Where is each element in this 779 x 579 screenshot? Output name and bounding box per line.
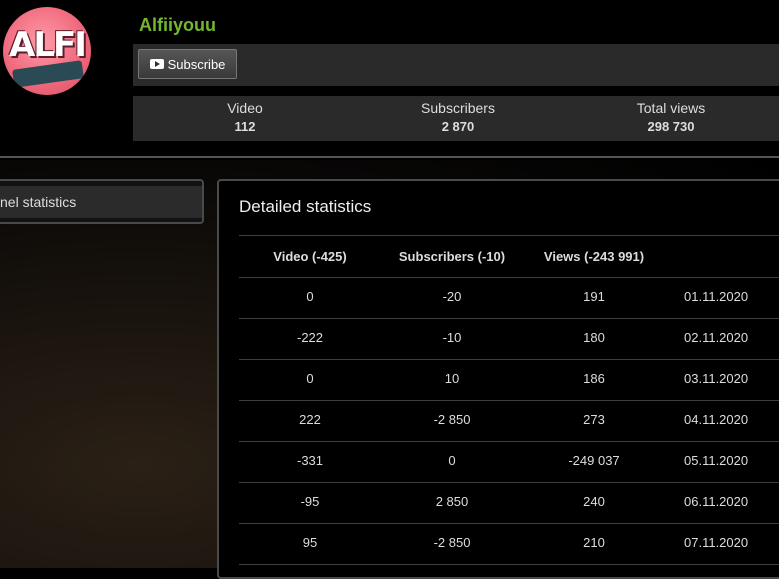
cell-date: 05.11.2020 <box>684 453 749 468</box>
cell-video: -95 <box>300 494 320 509</box>
cell-video: 0 <box>306 371 314 386</box>
stat-label: Total views <box>636 100 706 116</box>
cell-subscribers: 0 <box>448 453 456 468</box>
cell-subscribers: -2 850 <box>433 412 471 427</box>
youtube-icon <box>149 59 164 69</box>
stat-total-views: Total views 298 730 <box>591 100 751 134</box>
sidebar-item-channel-statistics[interactable]: nel statistics <box>0 186 202 218</box>
stat-subscribers: Subscribers 2 870 <box>378 100 538 134</box>
cell-video: 95 <box>302 535 318 550</box>
stat-video: Video 112 <box>165 100 325 134</box>
header-divider <box>0 156 779 158</box>
channel-stats-bar: Video 112 Subscribers 2 870 Total views … <box>133 96 779 141</box>
table-row: -331 0 -249 037 05.11.2020 <box>239 441 779 482</box>
cell-date: 04.11.2020 <box>684 412 749 427</box>
table-row: 222 -2 850 273 04.11.2020 <box>239 400 779 441</box>
cell-subscribers: -10 <box>442 330 462 345</box>
column-header-views[interactable]: Views (-243 991) <box>523 249 665 264</box>
channel-avatar[interactable]: ALFI <box>3 7 91 95</box>
stat-value: 298 730 <box>647 119 695 134</box>
subscribe-label: Subscribe <box>167 56 226 72</box>
cell-views: -249 037 <box>568 453 620 468</box>
cell-subscribers: -2 850 <box>433 535 471 550</box>
stat-label: Subscribers <box>421 100 495 116</box>
column-header-video[interactable]: Video (-425) <box>239 249 381 264</box>
stat-value: 112 <box>234 119 256 134</box>
row-divider <box>239 564 779 565</box>
table-top-rule <box>239 235 779 236</box>
cell-views: 180 <box>583 330 605 345</box>
cell-date: 01.11.2020 <box>684 289 749 304</box>
cell-views: 186 <box>583 371 605 386</box>
cell-date: 02.11.2020 <box>684 330 749 345</box>
stat-label: Video <box>227 100 263 116</box>
cell-subscribers: 10 <box>444 371 460 386</box>
panel-title: Detailed statistics <box>239 197 372 216</box>
cell-views: 191 <box>583 289 605 304</box>
table-row: -95 2 850 240 06.11.2020 <box>239 482 779 523</box>
table-row: 0 -20 191 01.11.2020 <box>239 277 779 318</box>
cell-subscribers: -20 <box>442 289 462 304</box>
stat-value: 2 870 <box>441 119 475 134</box>
subscribe-button[interactable]: Subscribe <box>138 49 237 79</box>
cell-views: 210 <box>583 535 605 550</box>
channel-name[interactable]: Alfiiyouu <box>139 15 216 36</box>
cell-video: -222 <box>296 330 324 345</box>
cell-date: 03.11.2020 <box>684 371 749 386</box>
cell-video: 0 <box>306 289 314 304</box>
avatar-logo-text: ALFI <box>9 25 87 65</box>
cell-video: 222 <box>299 412 321 427</box>
cell-video: -331 <box>296 453 324 468</box>
cell-date: 07.11.2020 <box>684 535 749 550</box>
column-header-subscribers[interactable]: Subscribers (-10) <box>381 249 523 264</box>
cell-views: 240 <box>583 494 605 509</box>
cell-date: 06.11.2020 <box>684 494 749 509</box>
table-row: 95 -2 850 210 07.11.2020 <box>239 523 779 564</box>
cell-subscribers: 2 850 <box>435 494 469 509</box>
cell-views: 273 <box>583 412 605 427</box>
table-row: 0 10 186 03.11.2020 <box>239 359 779 400</box>
table-row: -222 -10 180 02.11.2020 <box>239 318 779 359</box>
